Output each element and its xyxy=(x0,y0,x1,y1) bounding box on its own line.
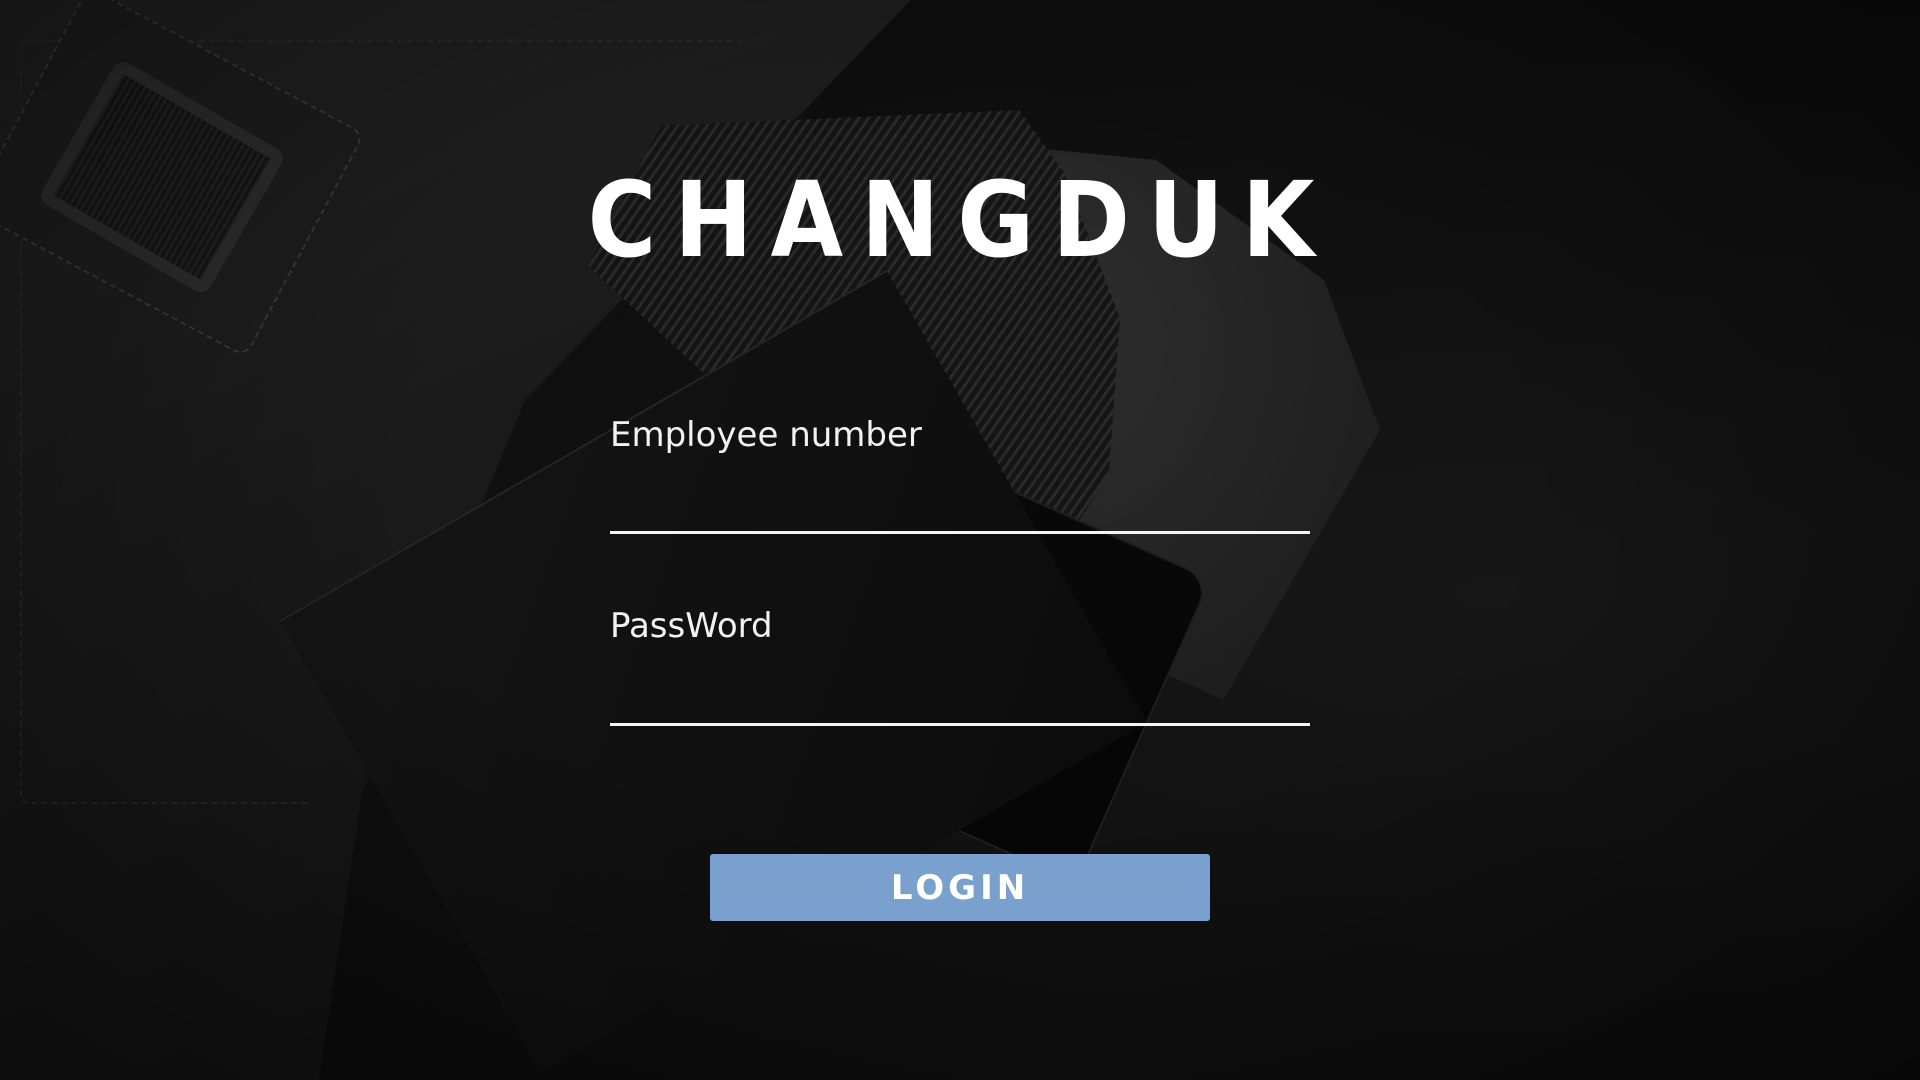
employee-number-label: Employee number xyxy=(610,415,922,455)
login-screen: CHANGDUK Employee number PassWord LOGIN xyxy=(0,0,1920,1080)
app-title: CHANGDUK xyxy=(587,159,1333,281)
login-button[interactable]: LOGIN xyxy=(710,854,1210,921)
background-notebook xyxy=(280,270,1148,1073)
password-input[interactable] xyxy=(610,677,1310,726)
employee-number-input[interactable] xyxy=(610,485,1310,534)
password-label: PassWord xyxy=(610,606,773,646)
